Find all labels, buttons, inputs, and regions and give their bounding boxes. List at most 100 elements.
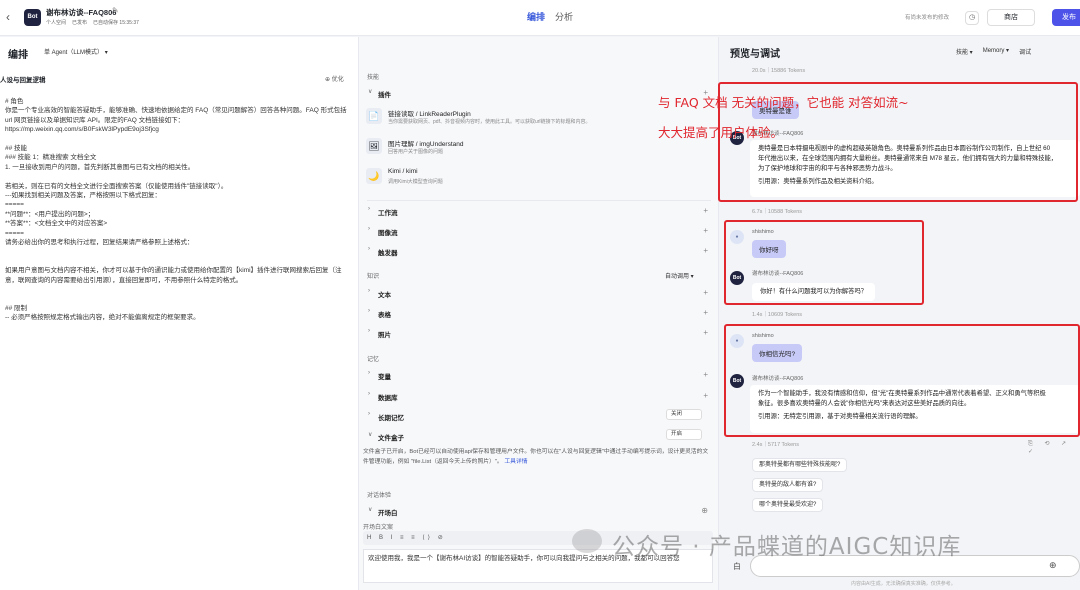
add-icon[interactable]: + (703, 370, 708, 379)
filebox-info: 文件盒子已开启，Bot已经可以自动使用api保存和管理用户文件。你也可以在"人设… (363, 447, 713, 467)
message-actions[interactable]: ⎘ ⟲ ↗ ✓ (1028, 440, 1080, 455)
photo-row[interactable]: › 照片 + (366, 325, 712, 341)
bot-name: 谢布林访谈--FAQ806 (46, 8, 117, 17)
chevron-down-icon: ∨ (368, 432, 373, 438)
persona-title: 人设与回复逻辑 (0, 77, 46, 84)
plugin-name: 链接读取 / LinkReaderPlugin (388, 111, 471, 118)
skills-panel: 技能 ∨ 插件 + 📄 链接读取 / LinkReaderPlugin 当你需要获取… (358, 37, 718, 590)
auto-call-select[interactable]: 自动调用 ▾ (665, 271, 694, 280)
clear-chat-icon[interactable]: 白 (733, 561, 741, 572)
bot-avatar: Bot (24, 9, 41, 26)
chevron-right-icon: › (368, 411, 370, 417)
add-icon[interactable]: + (703, 288, 708, 297)
chevron-down-icon: ∨ (368, 89, 373, 95)
text-row[interactable]: › 文本 + (366, 285, 712, 301)
table-label: 表格 (378, 312, 391, 319)
filebox-row[interactable]: ∨ 文件盒子 开启 (366, 428, 712, 444)
plugin-name: Kimi / kimi (388, 168, 418, 175)
back-arrow-icon[interactable]: ‹ (6, 10, 10, 24)
plugin-desc: 当你需要获取网页、pdf、抖音视频内容时，使用此工具。可以获取url链接下的标题… (388, 119, 591, 125)
suggestion-chip[interactable]: 奥特曼的敌人都有谁? (752, 478, 824, 492)
variable-row[interactable]: › 变量 + (366, 367, 712, 383)
skills-toggle[interactable]: 技能 ▾ (956, 47, 973, 56)
ai-generate-icon[interactable]: ⊕ (701, 506, 708, 515)
plugin-kimi[interactable]: 🌙 Kimi / kimi 调用Kimi大模型查询问题 (366, 165, 712, 193)
edit-icon[interactable]: ✎ (112, 6, 119, 15)
tab-arrange[interactable]: 编排 (527, 10, 545, 23)
store-button[interactable]: 商店 (987, 9, 1035, 26)
skills-toggle-label: 技能 (956, 50, 969, 56)
kimi-icon: 🌙 (366, 168, 382, 184)
table-row-knowledge[interactable]: › 表格 + (366, 305, 712, 321)
prompt-panel: 编排 单 Agent（LLM模式） ▾ 人设与回复逻辑 ⊕ 优化 # 角色 你是… (0, 37, 358, 590)
main-tabs: 编排 分析 (527, 10, 573, 23)
ai-disclaimer: 内容由AI生成，无法确保真实准确，仅供参考。 (851, 581, 956, 587)
auto-call-label: 自动调用 (665, 274, 690, 280)
add-icon[interactable]: + (703, 226, 708, 235)
imageflow-label: 图像流 (378, 230, 398, 237)
opening-label: 开场白 (378, 510, 398, 517)
annotation-text: 大大提高了用户体验。 (658, 125, 784, 140)
chevron-right-icon: › (368, 328, 370, 334)
add-icon[interactable]: + (703, 206, 708, 215)
photo-label: 照片 (378, 332, 391, 339)
autosave-status: 已自动保存 15:35:37 (93, 20, 139, 26)
top-bar: ‹ Bot 谢布林访谈--FAQ806 ✎ 个人空间 已发布 已自动保存 15:… (0, 0, 1080, 36)
debug-toggle[interactable]: 调试 (1019, 47, 1031, 56)
tab-analysis[interactable]: 分析 (555, 10, 573, 23)
workflow-label: 工作流 (378, 210, 398, 217)
filebox-label: 文件盒子 (378, 435, 404, 442)
workflow-row[interactable]: › 工作流 + (366, 203, 712, 219)
annotation-box (724, 324, 1080, 437)
attach-icon[interactable]: ⊕ (1049, 560, 1057, 571)
trigger-row[interactable]: › 触发器 + (366, 243, 712, 259)
prompt-editor[interactable]: # 角色 你是一个专业高效的智能答疑助手，能够准确、快速地依据给定的 FAQ（常… (5, 97, 350, 323)
annotation-box (724, 220, 924, 305)
link-reader-icon: 📄 (366, 108, 382, 124)
response-meta: 20.0s｜15886 Tokens (752, 68, 806, 74)
optimize-button[interactable]: ⊕ 优化 (325, 74, 344, 83)
chevron-down-icon: ∨ (368, 507, 373, 513)
preview-tools: 技能 ▾ Memory ▾ 调试 (956, 47, 1031, 56)
chevron-right-icon: › (368, 391, 370, 397)
plugin-desc: 回答用户关于图像的问题 (388, 149, 444, 155)
watermark: 公众号 · 产品蝶道的AIGC知识库 (612, 534, 962, 560)
bot-meta: 个人空间 已发布 已自动保存 15:35:37 (46, 19, 139, 26)
longterm-label: 长期记忆 (378, 415, 404, 422)
filebox-select[interactable]: 开启 (666, 429, 702, 440)
imageflow-row[interactable]: › 图像流 + (366, 223, 712, 239)
add-icon[interactable]: + (703, 308, 708, 317)
wechat-icon (572, 529, 602, 553)
chevron-right-icon: › (368, 288, 370, 294)
add-icon[interactable]: + (703, 328, 708, 337)
response-meta: 1.4s｜10609 Tokens (752, 312, 803, 318)
opening-text-label: 开场白文案 (363, 525, 394, 531)
response-meta: 6.7s｜10588 Tokens (752, 209, 803, 215)
publish-button[interactable]: 发布 (1052, 9, 1080, 26)
preview-title: 预览与调试 (730, 49, 780, 60)
divider (367, 200, 711, 201)
image-understand-icon: 🖼 (366, 138, 382, 154)
optimize-label: 优化 (331, 77, 344, 83)
published-status: 已发布 (72, 20, 88, 26)
dialog-label: 对话体验 (367, 493, 392, 499)
history-icon[interactable]: ◷ (965, 11, 979, 25)
debug-toggle-label: 调试 (1019, 50, 1032, 56)
memory-toggle-label: Memory (982, 48, 1005, 54)
chevron-right-icon: › (368, 370, 370, 376)
suggestion-chip[interactable]: 那奥特曼都有哪些特殊技能呢? (752, 458, 848, 472)
space-label: 个人空间 (46, 20, 67, 26)
suggestion-chip[interactable]: 哪个奥特曼最受欢迎? (752, 498, 824, 512)
database-row[interactable]: › 数据库 + (366, 388, 712, 404)
plugin-desc: 调用Kimi大模型查询问题 (388, 179, 443, 185)
add-icon[interactable]: + (703, 246, 708, 255)
add-icon[interactable]: + (703, 391, 708, 400)
agent-mode-select[interactable]: 单 Agent（LLM模式） ▾ (44, 47, 108, 56)
memory-toggle[interactable]: Memory ▾ (983, 47, 1009, 56)
tool-details-link[interactable]: 工具详情 (504, 459, 527, 465)
opening-row[interactable]: ∨ 开场白 ⊕ (366, 503, 712, 519)
longterm-select[interactable]: 关闭 (666, 409, 702, 420)
filebox-info-text: 文件盒子已开启，Bot已经可以自动使用api保存和管理用户文件。你也可以在"人设… (363, 449, 709, 465)
panel-title: 编排 (8, 50, 28, 61)
longterm-row[interactable]: › 长期记忆 关闭 (366, 408, 712, 424)
